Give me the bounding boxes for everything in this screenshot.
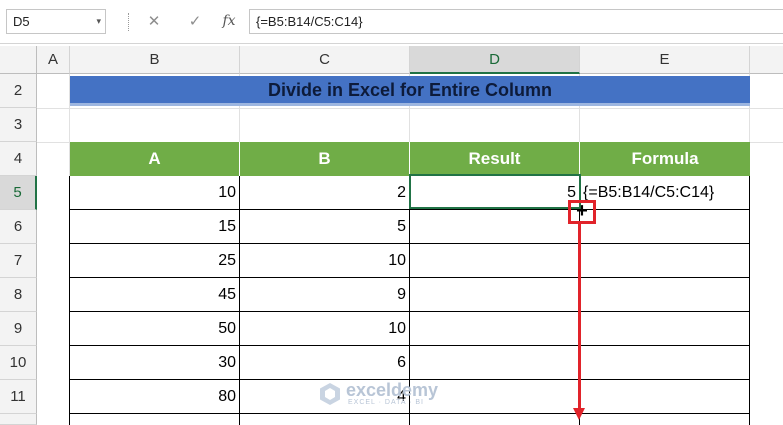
watermark: exceldemy EXCEL · DATA · BI bbox=[318, 380, 468, 410]
cell-e12[interactable] bbox=[580, 414, 750, 425]
cell-b6[interactable]: 15 bbox=[70, 210, 240, 244]
cell-b8[interactable]: 45 bbox=[70, 278, 240, 312]
cell-e8[interactable] bbox=[580, 278, 750, 312]
column-header-d[interactable]: D bbox=[410, 46, 580, 74]
cell-e6[interactable] bbox=[580, 210, 750, 244]
cell-d7[interactable] bbox=[410, 244, 580, 278]
row-header-11[interactable]: 11 bbox=[0, 380, 37, 414]
cell-c12[interactable] bbox=[240, 414, 410, 425]
formula-input[interactable]: {=B5:B14/C5:C14} bbox=[249, 9, 783, 34]
name-box[interactable]: D5 ▾ bbox=[6, 9, 106, 34]
row-header-12[interactable] bbox=[0, 414, 37, 425]
column-header-f[interactable] bbox=[750, 46, 783, 74]
cell-b9[interactable]: 50 bbox=[70, 312, 240, 346]
row-header-7[interactable]: 7 bbox=[0, 244, 37, 278]
row-header-2[interactable]: 2 bbox=[0, 74, 37, 108]
grid-line bbox=[37, 108, 783, 109]
row-header-4[interactable]: 4 bbox=[0, 142, 37, 176]
row-header-6[interactable]: 6 bbox=[0, 210, 37, 244]
drag-arrow-line bbox=[578, 224, 581, 410]
fill-handle-highlight[interactable]: + bbox=[568, 200, 596, 224]
sheet-title: Divide in Excel for Entire Column bbox=[70, 76, 750, 106]
watermark-tagline: EXCEL · DATA · BI bbox=[348, 399, 424, 406]
cell-e5[interactable]: {=B5:B14/C5:C14} bbox=[580, 176, 750, 210]
cell-d10[interactable] bbox=[410, 346, 580, 380]
row-header-9[interactable]: 9 bbox=[0, 312, 37, 346]
cell-d9[interactable] bbox=[410, 312, 580, 346]
row-header-5[interactable]: 5 bbox=[0, 176, 37, 210]
enter-check-icon[interactable]: ✓ bbox=[183, 9, 207, 34]
formula-bar-separator bbox=[128, 13, 129, 31]
cell-e10[interactable] bbox=[580, 346, 750, 380]
insert-function-icon[interactable]: fx bbox=[217, 9, 241, 34]
cell-b11[interactable]: 80 bbox=[70, 380, 240, 414]
name-box-value: D5 bbox=[13, 14, 30, 29]
row-header-8[interactable]: 8 bbox=[0, 278, 37, 312]
row-header-3[interactable]: 3 bbox=[0, 108, 37, 142]
table-header-result: Result bbox=[410, 142, 580, 176]
cell-b10[interactable]: 30 bbox=[70, 346, 240, 380]
cell-c9[interactable]: 10 bbox=[240, 312, 410, 346]
cell-c8[interactable]: 9 bbox=[240, 278, 410, 312]
cell-c6[interactable]: 5 bbox=[240, 210, 410, 244]
table-header-a: A bbox=[70, 142, 240, 176]
watermark-name: exceldemy bbox=[346, 380, 439, 400]
cell-b5[interactable]: 10 bbox=[70, 176, 240, 210]
row-header-10[interactable]: 10 bbox=[0, 346, 37, 380]
cell-e7[interactable] bbox=[580, 244, 750, 278]
cell-c5[interactable]: 2 bbox=[240, 176, 410, 210]
table-header-formula: Formula bbox=[580, 142, 750, 176]
cell-c7[interactable]: 10 bbox=[240, 244, 410, 278]
cell-c10[interactable]: 6 bbox=[240, 346, 410, 380]
column-header-e[interactable]: E bbox=[580, 46, 750, 74]
chevron-down-icon[interactable]: ▾ bbox=[96, 10, 101, 33]
exceldemy-logo-icon bbox=[320, 383, 340, 405]
cell-d8[interactable] bbox=[410, 278, 580, 312]
cell-d6[interactable] bbox=[410, 210, 580, 244]
select-all-corner[interactable] bbox=[0, 46, 37, 74]
cancel-icon[interactable]: ✕ bbox=[142, 9, 166, 34]
cell-b7[interactable]: 25 bbox=[70, 244, 240, 278]
arrow-down-icon bbox=[573, 408, 585, 420]
column-header-b[interactable]: B bbox=[70, 46, 240, 74]
cell-b12[interactable] bbox=[70, 414, 240, 425]
cell-e11[interactable] bbox=[580, 380, 750, 414]
active-cell-selection bbox=[409, 174, 581, 209]
cell-d12[interactable] bbox=[410, 414, 580, 425]
cell-e9[interactable] bbox=[580, 312, 750, 346]
table-header-b: B bbox=[240, 142, 410, 176]
column-header-c[interactable]: C bbox=[240, 46, 410, 74]
column-header-a[interactable]: A bbox=[37, 46, 70, 74]
